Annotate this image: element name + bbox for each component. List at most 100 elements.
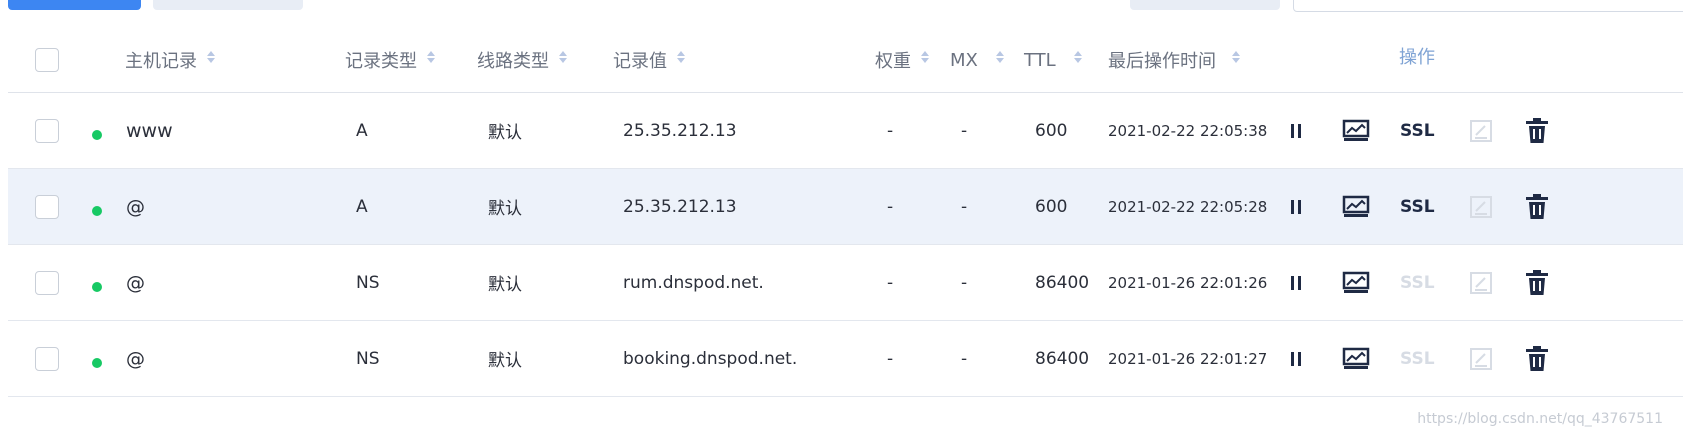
column-label-last-time: 最后操作时间 bbox=[1108, 51, 1216, 72]
line-value: 默认 bbox=[488, 275, 522, 295]
note-edit-button[interactable] bbox=[1469, 93, 1493, 168]
column-label-ttl: TTL bbox=[1024, 49, 1056, 71]
primary-action-button[interactable] bbox=[8, 0, 141, 10]
status-cell bbox=[92, 93, 102, 168]
sort-icon[interactable] bbox=[1232, 51, 1240, 63]
sort-icon[interactable] bbox=[677, 51, 685, 63]
note-edit-icon bbox=[1469, 271, 1493, 295]
weight-value: - bbox=[887, 196, 894, 217]
ssl-label: SSL bbox=[1400, 272, 1435, 293]
pause-icon bbox=[1289, 351, 1303, 367]
column-header-value[interactable]: 记录值 bbox=[613, 28, 685, 92]
weight-value: - bbox=[887, 348, 894, 369]
record-value: booking.dnspod.net. bbox=[623, 348, 798, 369]
note-edit-icon bbox=[1469, 195, 1493, 219]
sort-icon[interactable] bbox=[1073, 51, 1082, 63]
ttl-value: 600 bbox=[1035, 196, 1068, 217]
line-value: 默认 bbox=[488, 199, 522, 219]
last-time-value: 2021-02-22 22:05:38 bbox=[1108, 121, 1268, 140]
monitor-button[interactable] bbox=[1342, 245, 1370, 320]
ssl-button[interactable]: SSL bbox=[1400, 93, 1435, 168]
ssl-button[interactable]: SSL bbox=[1400, 245, 1435, 320]
monitor-icon bbox=[1342, 347, 1370, 371]
row-select-cell bbox=[35, 245, 59, 320]
search-input[interactable] bbox=[1293, 0, 1683, 12]
sort-icon[interactable] bbox=[427, 51, 435, 63]
column-header-ttl[interactable]: TTL bbox=[1024, 28, 1082, 92]
monitor-button[interactable] bbox=[1342, 93, 1370, 168]
filter-button[interactable] bbox=[1130, 0, 1280, 10]
select-all-cell bbox=[35, 28, 59, 92]
row-checkbox[interactable] bbox=[35, 270, 59, 295]
type-value: A bbox=[356, 196, 368, 217]
pause-icon bbox=[1289, 275, 1303, 291]
sort-icon[interactable] bbox=[559, 51, 567, 63]
note-edit-button[interactable] bbox=[1469, 321, 1493, 396]
ttl-value: 86400 bbox=[1035, 348, 1090, 369]
ssl-button[interactable]: SSL bbox=[1400, 321, 1435, 396]
pause-icon bbox=[1289, 199, 1303, 215]
pause-button[interactable] bbox=[1289, 321, 1303, 396]
column-header-host[interactable]: 主机记录 bbox=[125, 28, 215, 92]
row-select-cell bbox=[35, 93, 59, 168]
ssl-label: SSL bbox=[1400, 120, 1435, 141]
pause-button[interactable] bbox=[1289, 169, 1303, 244]
row-select-cell bbox=[35, 169, 59, 244]
column-header-type[interactable]: 记录类型 bbox=[345, 28, 435, 92]
ssl-label: SSL bbox=[1400, 348, 1435, 369]
column-header-line[interactable]: 线路类型 bbox=[477, 28, 567, 92]
status-cell bbox=[92, 169, 102, 244]
note-edit-button[interactable] bbox=[1469, 169, 1493, 244]
type-value: A bbox=[356, 120, 368, 141]
trash-icon bbox=[1525, 117, 1549, 144]
monitor-button[interactable] bbox=[1342, 169, 1370, 244]
monitor-button[interactable] bbox=[1342, 321, 1370, 396]
note-edit-button[interactable] bbox=[1469, 245, 1493, 320]
monitor-icon bbox=[1342, 119, 1370, 143]
status-dot-icon bbox=[92, 129, 102, 140]
ssl-button[interactable]: SSL bbox=[1400, 169, 1435, 244]
weight-value: - bbox=[887, 272, 894, 293]
column-header-last-time[interactable]: 最后操作时间 bbox=[1108, 28, 1240, 92]
table-row[interactable]: @ A 默认 25.35.212.13 - - 600 2021-02-22 2… bbox=[8, 169, 1683, 245]
mx-value: - bbox=[961, 348, 968, 369]
delete-button[interactable] bbox=[1525, 245, 1549, 320]
status-dot-icon bbox=[92, 357, 102, 368]
secondary-action-button[interactable] bbox=[153, 0, 303, 10]
sort-icon[interactable] bbox=[207, 51, 215, 63]
table-row[interactable]: @ NS 默认 rum.dnspod.net. - - 86400 2021-0… bbox=[8, 245, 1683, 321]
last-time-value: 2021-01-26 22:01:26 bbox=[1108, 273, 1268, 292]
column-label-weight: 权重 bbox=[875, 51, 911, 72]
mx-value: - bbox=[961, 196, 968, 217]
column-header-mx[interactable]: MX bbox=[950, 28, 1004, 92]
type-value: NS bbox=[356, 272, 380, 293]
record-value: 25.35.212.13 bbox=[623, 120, 737, 141]
sort-icon[interactable] bbox=[921, 51, 929, 63]
row-checkbox[interactable] bbox=[35, 194, 59, 219]
host-value: @ bbox=[126, 347, 145, 370]
host-value: @ bbox=[126, 195, 145, 218]
last-time-value: 2021-02-22 22:05:28 bbox=[1108, 197, 1268, 216]
select-all-checkbox[interactable] bbox=[35, 48, 59, 72]
status-cell bbox=[92, 245, 102, 320]
table-row[interactable]: @ NS 默认 booking.dnspod.net. - - 86400 20… bbox=[8, 321, 1683, 397]
column-label-line: 线路类型 bbox=[477, 51, 549, 72]
column-header-weight[interactable]: 权重 bbox=[875, 28, 929, 92]
delete-button[interactable] bbox=[1525, 93, 1549, 168]
note-edit-icon bbox=[1469, 119, 1493, 143]
table-row[interactable]: www A 默认 25.35.212.13 - - 600 2021-02-22… bbox=[8, 93, 1683, 169]
delete-button[interactable] bbox=[1525, 321, 1549, 396]
status-cell bbox=[92, 321, 102, 396]
column-label-value: 记录值 bbox=[613, 51, 667, 72]
pause-button[interactable] bbox=[1289, 245, 1303, 320]
row-checkbox[interactable] bbox=[35, 118, 59, 143]
note-edit-icon bbox=[1469, 347, 1493, 371]
delete-button[interactable] bbox=[1525, 169, 1549, 244]
line-value: 默认 bbox=[488, 123, 522, 143]
sort-icon[interactable] bbox=[995, 51, 1004, 63]
pause-button[interactable] bbox=[1289, 93, 1303, 168]
pause-icon bbox=[1289, 123, 1303, 139]
row-checkbox[interactable] bbox=[35, 346, 59, 371]
monitor-icon bbox=[1342, 271, 1370, 295]
column-header-ops: 操作 bbox=[1399, 47, 1435, 68]
